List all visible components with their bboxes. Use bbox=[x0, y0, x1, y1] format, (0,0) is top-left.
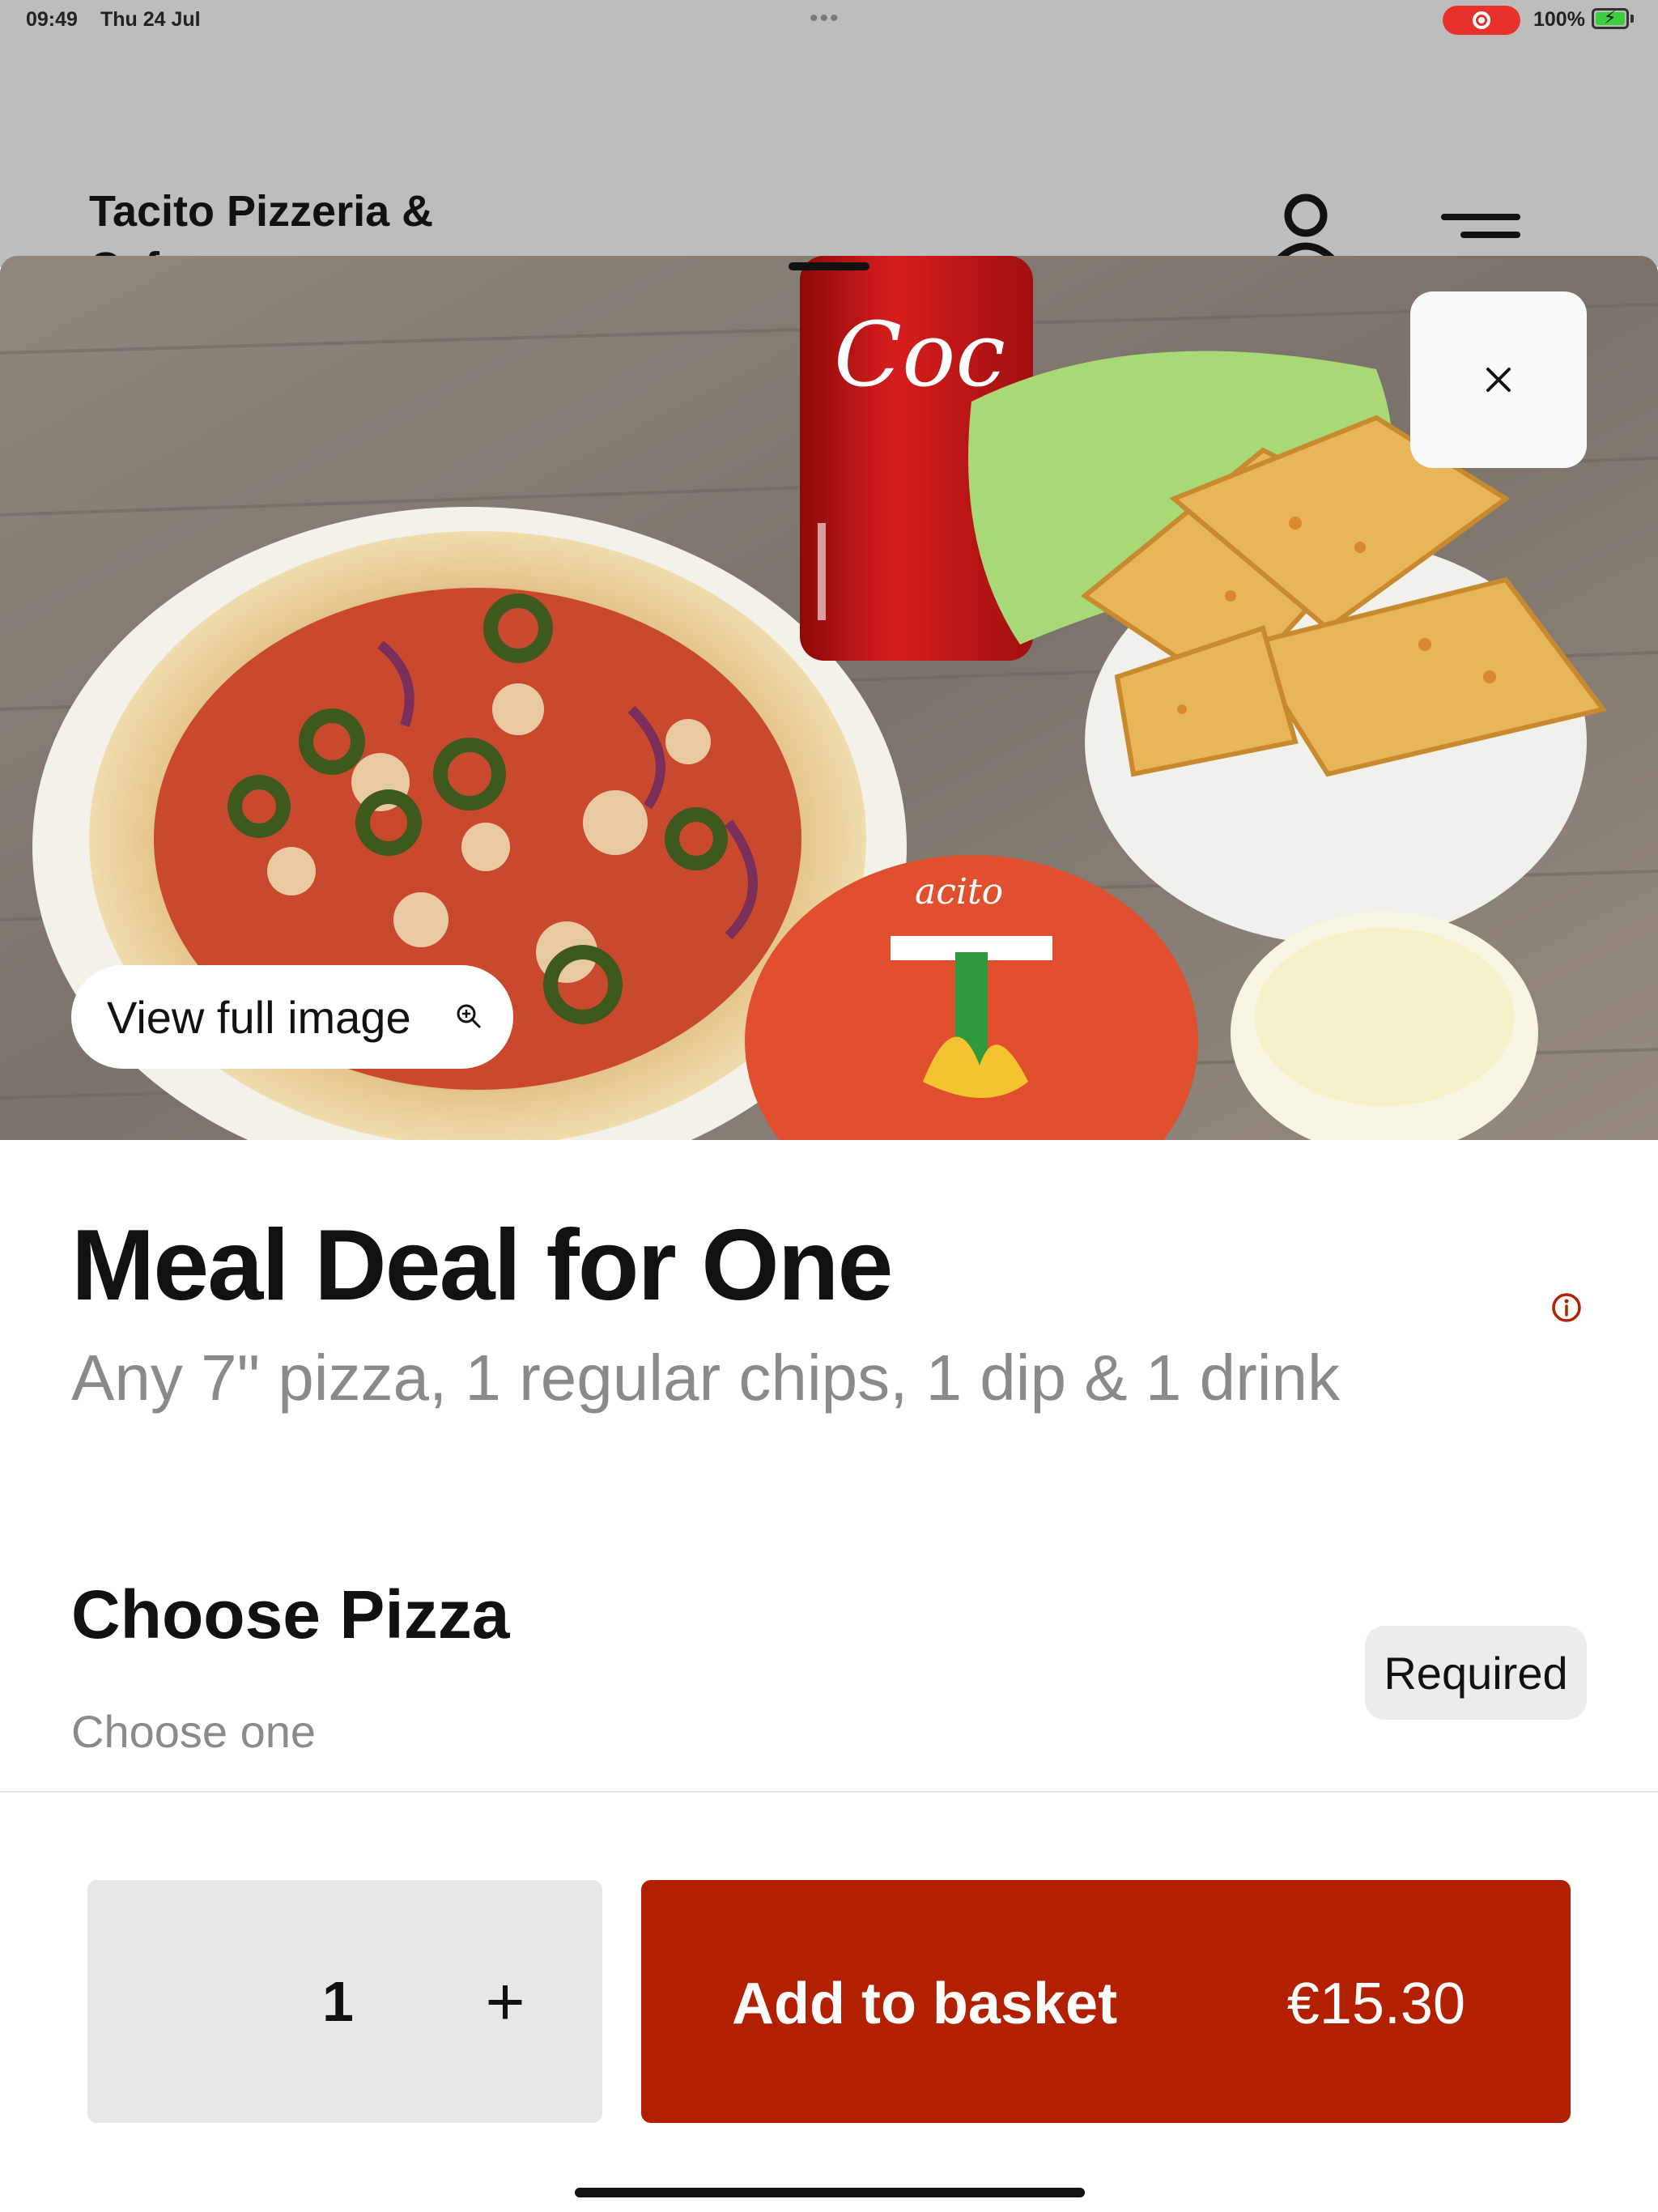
user-icon bbox=[1273, 194, 1339, 264]
close-button[interactable] bbox=[1410, 291, 1587, 468]
view-full-image-button[interactable]: View full image bbox=[71, 965, 513, 1069]
status-bar: 09:49 Thu 24 Jul ••• 100% ⚡ bbox=[0, 0, 1658, 40]
item-description: Any 7" pizza, 1 regular chips, 1 dip & 1… bbox=[71, 1342, 1340, 1414]
screen-recording-icon[interactable] bbox=[1443, 6, 1520, 35]
increase-quantity-button[interactable]: + bbox=[465, 1961, 546, 2042]
item-photo: Coc acito View full image bbox=[0, 256, 1658, 1140]
zoom-in-icon bbox=[457, 1004, 481, 1028]
menu-icon bbox=[1441, 214, 1520, 246]
item-title: Meal Deal for One bbox=[71, 1210, 893, 1321]
required-badge: Required bbox=[1365, 1626, 1587, 1720]
svg-text:Coc: Coc bbox=[834, 303, 1005, 406]
sheet-grabber[interactable] bbox=[789, 262, 869, 270]
footer-divider bbox=[0, 1791, 1658, 1793]
quantity-value: 1 bbox=[322, 1970, 354, 2033]
close-icon bbox=[1486, 368, 1511, 392]
view-full-image-label: View full image bbox=[107, 991, 411, 1043]
add-to-basket-button[interactable]: Add to basket €15.30 bbox=[641, 1880, 1571, 2123]
status-time: 09:49 bbox=[26, 8, 78, 31]
section-title: Choose Pizza bbox=[71, 1576, 510, 1653]
svg-text:acito: acito bbox=[915, 871, 1003, 912]
restaurant-name: Tacito Pizzeria & Cafe bbox=[89, 187, 434, 256]
info-icon[interactable] bbox=[1551, 1292, 1582, 1323]
add-to-basket-label: Add to basket bbox=[732, 1972, 1118, 2036]
basket-price: €15.30 bbox=[1286, 1972, 1465, 2036]
section-subtitle: Choose one bbox=[71, 1706, 317, 1757]
home-indicator[interactable] bbox=[575, 2188, 1085, 2197]
battery-percentage: 100% bbox=[1533, 8, 1585, 31]
quantity-stepper[interactable]: 1 + bbox=[87, 1880, 602, 2123]
battery-icon: ⚡ bbox=[1592, 7, 1629, 29]
multitasking-dots-icon[interactable]: ••• bbox=[810, 5, 840, 32]
status-date: Thu 24 Jul bbox=[100, 8, 201, 31]
